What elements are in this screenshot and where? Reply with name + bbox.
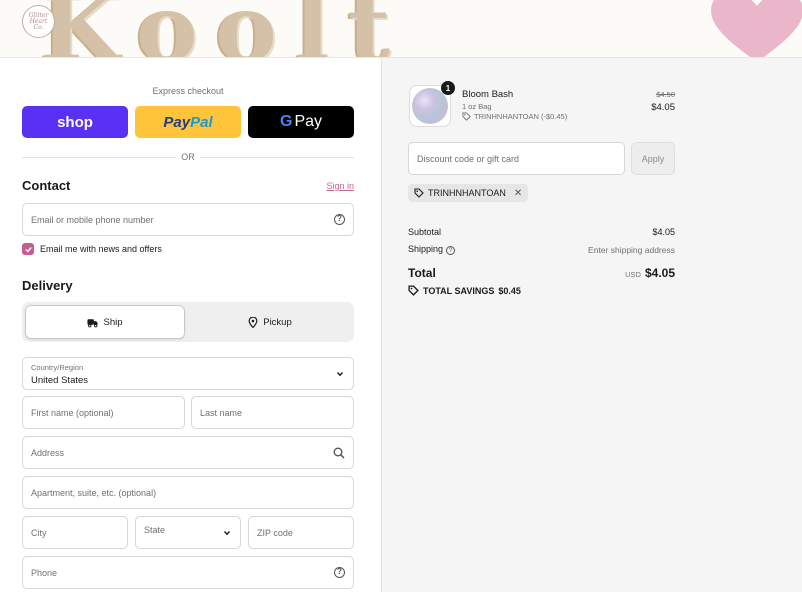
original-price: $4.50 (656, 90, 675, 99)
truck-icon (87, 318, 99, 327)
check-icon (24, 246, 32, 253)
sign-in-link[interactable]: Sign in (320, 181, 354, 191)
phone-field[interactable]: Phone ? (22, 556, 354, 589)
zip-placeholder: ZIP code (257, 527, 293, 538)
remove-code-icon[interactable]: ✕ (514, 188, 522, 199)
logo-text-3: Co. (33, 23, 44, 31)
product-discount: TRINHNHANTOAN (-$0.45) (462, 112, 567, 121)
country-select[interactable]: Country/Region United States (22, 357, 354, 390)
phone-placeholder: Phone (31, 567, 58, 578)
shipping-value: Enter shipping address (588, 244, 675, 255)
subtotal-row: Subtotal $4.05 (408, 227, 675, 237)
country-label: Country/Region (31, 363, 84, 372)
chevron-down-icon (336, 371, 344, 376)
pickup-option[interactable]: Pickup (190, 305, 350, 339)
tag-icon (414, 188, 424, 198)
total-label: Total (408, 266, 436, 280)
contact-heading: Contact (22, 178, 71, 193)
shipping-help-icon[interactable]: ? (446, 246, 456, 255)
google-pay-button[interactable]: G Pay (248, 106, 354, 138)
search-icon (333, 447, 345, 459)
or-label: OR (176, 152, 200, 162)
store-banner: Koolt Glitter Heart Co. (0, 0, 802, 58)
product-name: Bloom Bash (462, 89, 514, 100)
help-icon[interactable]: ? (334, 214, 345, 225)
product-discount-text: TRINHNHANTOAN (-$0.45) (474, 112, 568, 121)
pickup-label: Pickup (263, 316, 292, 328)
city-placeholder: City (31, 527, 47, 538)
apartment-field[interactable]: Apartment, suite, etc. (optional) (22, 476, 354, 509)
first-name-field[interactable]: First name (optional) (22, 396, 185, 429)
express-checkout-label: Express checkout (152, 86, 224, 96)
country-value: United States (31, 375, 89, 386)
order-summary-panel (381, 58, 802, 592)
address-placeholder: Address (31, 447, 65, 458)
help-icon[interactable]: ? (334, 567, 345, 578)
total-row: Total USD $4.05 (408, 266, 675, 280)
apartment-placeholder: Apartment, suite, etc. (optional) (31, 487, 157, 498)
first-name-placeholder: First name (optional) (31, 407, 114, 418)
city-field[interactable]: City (22, 516, 128, 549)
discount-placeholder: Discount code or gift card (417, 153, 520, 164)
tag-icon (408, 285, 419, 296)
email-field[interactable]: Email or mobile phone number ? (22, 203, 354, 236)
discounted-price: $4.05 (651, 102, 675, 113)
savings-value: $0.45 (498, 285, 521, 296)
chevron-down-icon (223, 530, 231, 535)
shop-pay-label: shop (57, 113, 93, 131)
location-pin-icon (248, 316, 258, 328)
banner-artwork: Koolt (40, 0, 409, 58)
state-placeholder: State (144, 524, 166, 535)
shipping-row: Shipping? Enter shipping address (408, 244, 675, 255)
applied-code-chip: TRINHNHANTOAN ✕ (408, 184, 529, 202)
google-pay-label: Pay (294, 113, 323, 130)
subtotal-label: Subtotal (408, 227, 442, 237)
google-g-icon: G (279, 113, 293, 130)
newsletter-checkbox[interactable] (22, 243, 34, 255)
paypal-label-1: Pay (163, 113, 191, 131)
shop-pay-button[interactable]: shop (22, 106, 128, 138)
delivery-method-toggle: Ship Pickup (22, 302, 354, 342)
subtotal-value: $4.05 (652, 227, 675, 237)
applied-code-text: TRINHNHANTOAN (428, 188, 506, 198)
quantity-badge: 1 (441, 81, 455, 95)
delivery-heading: Delivery (22, 278, 73, 293)
apply-button[interactable]: Apply (631, 142, 675, 175)
last-name-placeholder: Last name (200, 407, 243, 418)
shipping-label: Shipping (408, 244, 444, 254)
tag-icon (462, 112, 471, 121)
total-savings: TOTAL SAVINGS $0.45 (408, 285, 521, 296)
address-field[interactable]: Address (22, 436, 354, 469)
ship-label: Ship (103, 316, 123, 328)
store-logo[interactable]: Glitter Heart Co. (22, 5, 55, 38)
savings-label: TOTAL SAVINGS (423, 285, 495, 296)
paypal-button[interactable]: Pay Pal (135, 106, 241, 138)
state-select[interactable]: State (135, 516, 241, 549)
discount-code-field[interactable]: Discount code or gift card (408, 142, 625, 175)
total-value: $4.05 (644, 266, 675, 280)
last-name-field[interactable]: Last name (191, 396, 354, 429)
email-placeholder: Email or mobile phone number (31, 214, 154, 225)
paypal-label-2: Pal (190, 113, 213, 131)
heart-decoration-icon (711, 0, 802, 57)
ship-option[interactable]: Ship (25, 305, 185, 339)
total-currency: USD (625, 270, 641, 279)
newsletter-label: Email me with news and offers (40, 244, 162, 254)
product-variant: 1 oz Bag (462, 102, 492, 111)
zip-field[interactable]: ZIP code (248, 516, 354, 549)
